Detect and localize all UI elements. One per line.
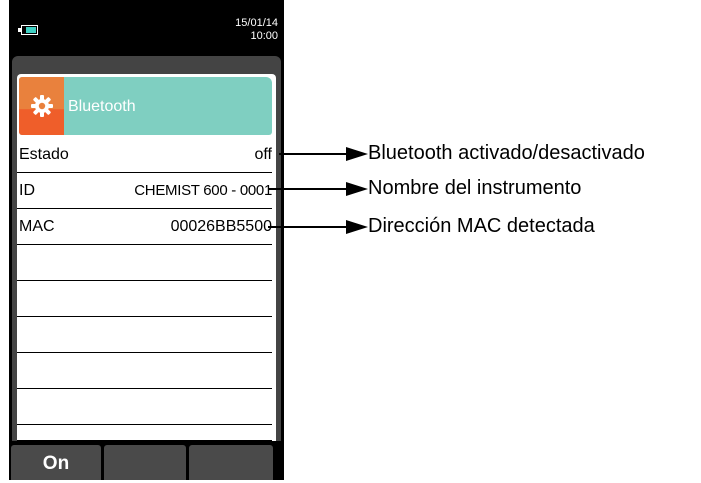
callout-estado: Bluetooth activado/desactivado — [368, 142, 645, 164]
time-text: 10:00 — [250, 30, 278, 42]
callout-line — [268, 226, 349, 228]
panel-title: Bluetooth — [68, 98, 136, 115]
date-text: 15/01/14 — [235, 17, 278, 29]
bluetooth-panel: Bluetooth Estado off ID CHEMIST 600 - 00… — [17, 74, 276, 441]
row-label: ID — [19, 182, 35, 199]
softkey-bar: On — [11, 445, 282, 480]
callout-mac: Dirección MAC detectada — [368, 215, 595, 237]
arrow-right-icon — [346, 220, 368, 234]
device: 15/01/14 10:00 Bluetooth Estado off ID C… — [9, 0, 284, 480]
row-label: Estado — [19, 146, 69, 163]
battery-icon — [18, 25, 38, 35]
list-item-mac[interactable]: MAC 00026BB5500 — [17, 209, 272, 245]
softkey-on-button[interactable]: On — [11, 445, 101, 480]
gear-icon — [19, 77, 64, 135]
row-value: 00026BB5500 — [170, 218, 272, 235]
list-item-empty — [17, 317, 272, 353]
screen-frame: Bluetooth Estado off ID CHEMIST 600 - 00… — [12, 56, 281, 441]
softkey-3-button[interactable] — [189, 445, 273, 480]
list-item-estado[interactable]: Estado off — [17, 137, 272, 173]
panel-header: Bluetooth — [19, 77, 272, 135]
callout-line — [268, 188, 349, 190]
row-value: off — [254, 146, 273, 163]
battery-level — [26, 27, 36, 33]
list-item-empty — [17, 389, 272, 425]
list-item-id[interactable]: ID CHEMIST 600 - 0001 — [17, 173, 272, 209]
datetime: 15/01/14 10:00 — [235, 17, 278, 43]
list-item-empty — [17, 245, 272, 281]
softkey-2-button[interactable] — [104, 445, 186, 480]
callout-id: Nombre del instrumento — [368, 177, 582, 199]
list-item-empty — [17, 353, 272, 389]
list-item-empty — [17, 425, 272, 441]
row-label: MAC — [19, 218, 55, 235]
arrow-right-icon — [346, 182, 368, 196]
arrow-right-icon — [346, 147, 368, 161]
callout-line — [279, 153, 349, 155]
row-value: CHEMIST 600 - 0001 — [134, 182, 272, 199]
status-bar: 15/01/14 10:00 — [9, 0, 284, 56]
list-item-empty — [17, 281, 272, 317]
